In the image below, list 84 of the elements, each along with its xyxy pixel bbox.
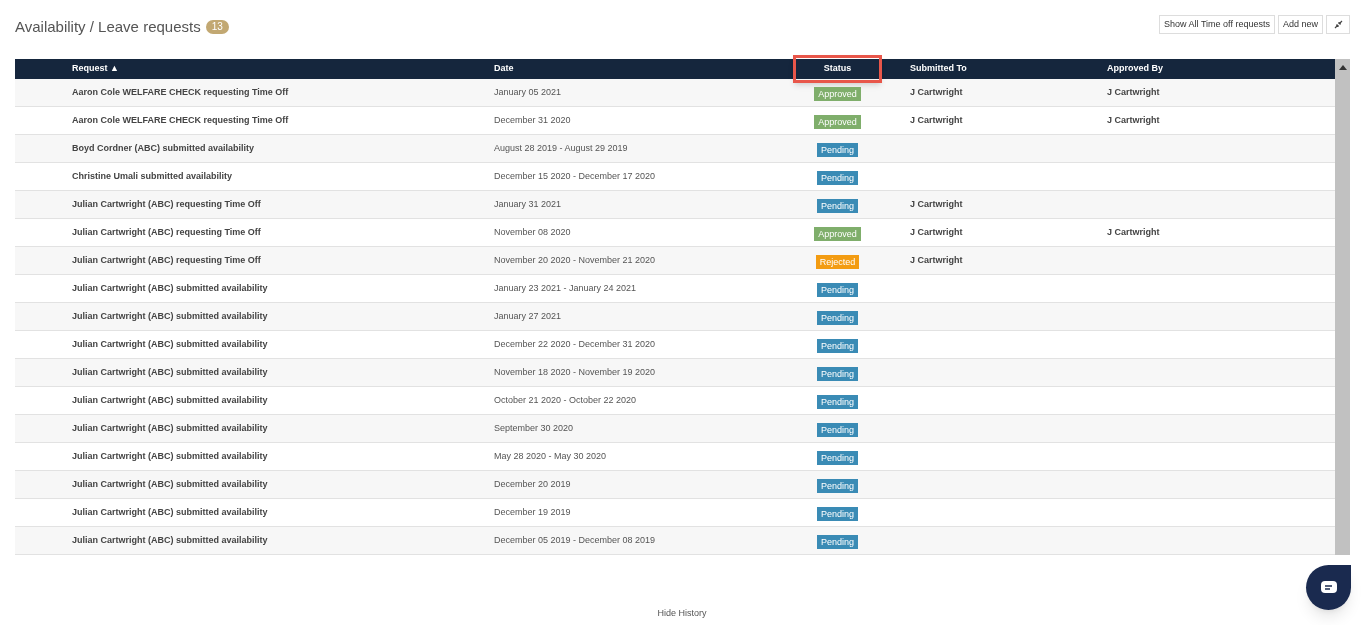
count-badge: 13 (205, 20, 229, 35)
status-badge: Approved (814, 86, 861, 101)
toolbar-button[interactable]: Add new (1277, 15, 1323, 34)
collapse-button[interactable] (1326, 15, 1350, 34)
table-row[interactable]: Julian Cartwright (ABC) requesting Time Off January 31 2021 Pending J Cartwright (15, 191, 1335, 219)
request-cell: Boyd Cordner (ABC) submitted availability (72, 142, 255, 153)
status-badge: Pending (817, 394, 858, 409)
date-cell: December 19 2019 (494, 506, 571, 517)
request-cell: Julian Cartwright (ABC) submitted availability (72, 450, 268, 461)
table-row[interactable]: Julian Cartwright (ABC) submitted availability November 18 2020 - November 19 2020 Pending (15, 359, 1335, 387)
status-badge: Pending (817, 198, 858, 213)
date-cell: December 31 2020 (494, 114, 571, 125)
request-cell: Julian Cartwright (ABC) submitted availability (72, 534, 268, 545)
status-badge: Pending (817, 338, 858, 353)
request-cell: Julian Cartwright (ABC) submitted availability (72, 338, 268, 349)
table-row[interactable]: Julian Cartwright (ABC) submitted availability December 05 2019 - December 08 2019 Pending (15, 527, 1335, 555)
status-badge: Pending (817, 478, 858, 493)
status-badge: Pending (817, 534, 858, 549)
status-badge: Pending (817, 170, 858, 185)
column-header[interactable]: Status (792, 55, 883, 83)
collapse-icon (1333, 20, 1343, 29)
status-badge: Pending (817, 506, 858, 521)
status-badge: Pending (817, 310, 858, 325)
date-cell: December 20 2019 (494, 478, 571, 489)
date-cell: October 21 2020 - October 22 2020 (494, 394, 637, 405)
status-badge: Rejected (815, 254, 860, 269)
status-badge: Pending (817, 142, 858, 157)
request-cell: Julian Cartwright (ABC) submitted availability (72, 478, 268, 489)
approved-by-cell: J Cartwright (1107, 226, 1160, 237)
request-cell: Julian Cartwright (ABC) submitted availability (72, 394, 268, 405)
date-cell: December 05 2019 - December 08 2019 (494, 534, 656, 545)
date-cell: January 31 2021 (494, 198, 562, 209)
hide-history-link[interactable]: Hide History (657, 607, 707, 621)
submitted-to-cell: J Cartwright (910, 226, 963, 237)
chat-icon (1320, 581, 1337, 594)
request-cell: Julian Cartwright (ABC) submitted availability (72, 506, 268, 517)
request-cell: Julian Cartwright (ABC) requesting Time Off (72, 198, 261, 209)
request-cell: Julian Cartwright (ABC) requesting Time Off (72, 254, 261, 265)
status-badge: Pending (817, 366, 858, 381)
column-header[interactable]: Date (494, 62, 514, 76)
status-badge: Approved (814, 114, 861, 129)
submitted-to-cell: J Cartwright (910, 254, 963, 265)
table-row[interactable]: Aaron Cole WELFARE CHECK requesting Time Off January 05 2021 Approved J Cartwright J Cartwright (15, 79, 1335, 107)
status-badge: Pending (817, 422, 858, 437)
request-cell: Christine Umali submitted availability (72, 170, 233, 181)
date-cell: December 22 2020 - December 31 2020 (494, 338, 656, 349)
date-cell: November 08 2020 (494, 226, 571, 237)
scroll-up-icon[interactable] (1338, 65, 1347, 70)
chat-button[interactable] (1306, 565, 1351, 610)
submitted-to-cell: J Cartwright (910, 198, 963, 209)
request-cell: Aaron Cole WELFARE CHECK requesting Time Off (72, 114, 289, 125)
page-title: Availability / Leave requests (15, 17, 201, 37)
table-row[interactable]: Julian Cartwright (ABC) requesting Time Off November 20 2020 - November 21 2020 Rejected J Cartwright (15, 247, 1335, 275)
request-cell: Julian Cartwright (ABC) submitted availability (72, 422, 268, 433)
column-header[interactable]: Approved By (1107, 62, 1163, 76)
table-row[interactable]: Julian Cartwright (ABC) submitted availability September 30 2020 Pending (15, 415, 1335, 443)
date-cell: November 18 2020 - November 19 2020 (494, 366, 656, 377)
submitted-to-cell: J Cartwright (910, 86, 963, 97)
status-badge: Pending (817, 450, 858, 465)
table-row[interactable]: Julian Cartwright (ABC) submitted availability January 27 2021 Pending (15, 303, 1335, 331)
request-cell: Julian Cartwright (ABC) submitted availability (72, 310, 268, 321)
table-row[interactable]: Julian Cartwright (ABC) submitted availability December 20 2019 Pending (15, 471, 1335, 499)
date-cell: November 20 2020 - November 21 2020 (494, 254, 656, 265)
scrollbar[interactable] (1335, 59, 1350, 555)
table-row[interactable]: Boyd Cordner (ABC) submitted availability August 28 2019 - August 29 2019 Pending (15, 135, 1335, 163)
approved-by-cell: J Cartwright (1107, 86, 1160, 97)
date-cell: September 30 2020 (494, 422, 574, 433)
date-cell: January 05 2021 (494, 86, 562, 97)
date-cell: August 28 2019 - August 29 2019 (494, 142, 628, 153)
submitted-to-cell: J Cartwright (910, 114, 963, 125)
date-cell: January 23 2021 - January 24 2021 (494, 282, 637, 293)
request-cell: Julian Cartwright (ABC) submitted availability (72, 366, 268, 377)
date-cell: December 15 2020 - December 17 2020 (494, 170, 656, 181)
column-header[interactable]: Request ▲ (72, 62, 119, 76)
request-cell: Julian Cartwright (ABC) submitted availability (72, 282, 268, 293)
status-badge: Approved (814, 226, 861, 241)
approved-by-cell: J Cartwright (1107, 114, 1160, 125)
request-cell: Aaron Cole WELFARE CHECK requesting Time Off (72, 86, 289, 97)
date-cell: January 27 2021 (494, 310, 562, 321)
column-header[interactable]: Submitted To (910, 62, 967, 76)
status-badge: Pending (817, 282, 858, 297)
toolbar-button[interactable]: Show All Time off requests (1159, 15, 1275, 34)
request-cell: Julian Cartwright (ABC) requesting Time Off (72, 226, 261, 237)
date-cell: May 28 2020 - May 30 2020 (494, 450, 607, 461)
